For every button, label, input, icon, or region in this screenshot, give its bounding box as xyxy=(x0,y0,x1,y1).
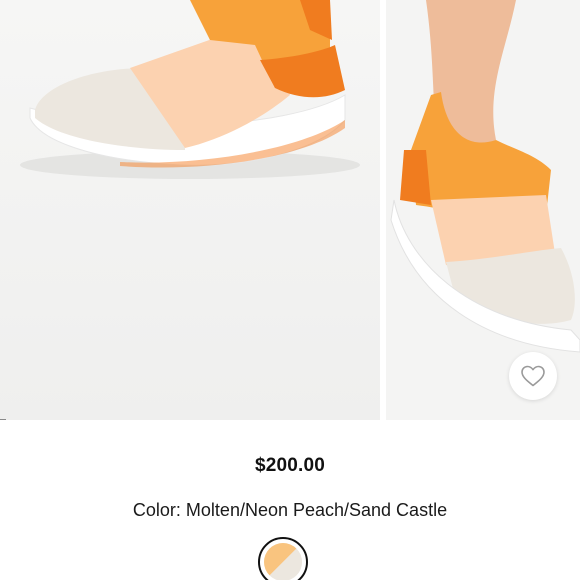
product-image-secondary[interactable] xyxy=(386,0,580,420)
heart-outline-icon xyxy=(521,365,545,387)
product-image-main[interactable] xyxy=(0,0,380,420)
product-page: $200.00 Color: Molten/Neon Peach/Sand Ca… xyxy=(0,0,580,580)
wishlist-button[interactable] xyxy=(509,352,557,400)
color-value: Molten/Neon Peach/Sand Castle xyxy=(185,500,448,520)
product-price: $200.00 xyxy=(254,455,326,476)
product-image-gallery[interactable] xyxy=(0,0,580,420)
swatch-diagonal-icon xyxy=(264,543,302,580)
sneaker-illustration xyxy=(0,0,380,420)
gallery-scroll-indicator xyxy=(0,419,6,420)
sneaker-on-foot-illustration xyxy=(386,0,580,420)
color-selection-label: Color: Molten/Neon Peach/Sand Castle xyxy=(0,500,580,521)
color-swatch-selected[interactable] xyxy=(258,537,308,580)
color-swatch-fill xyxy=(264,543,302,580)
color-label: Color: xyxy=(132,500,181,520)
